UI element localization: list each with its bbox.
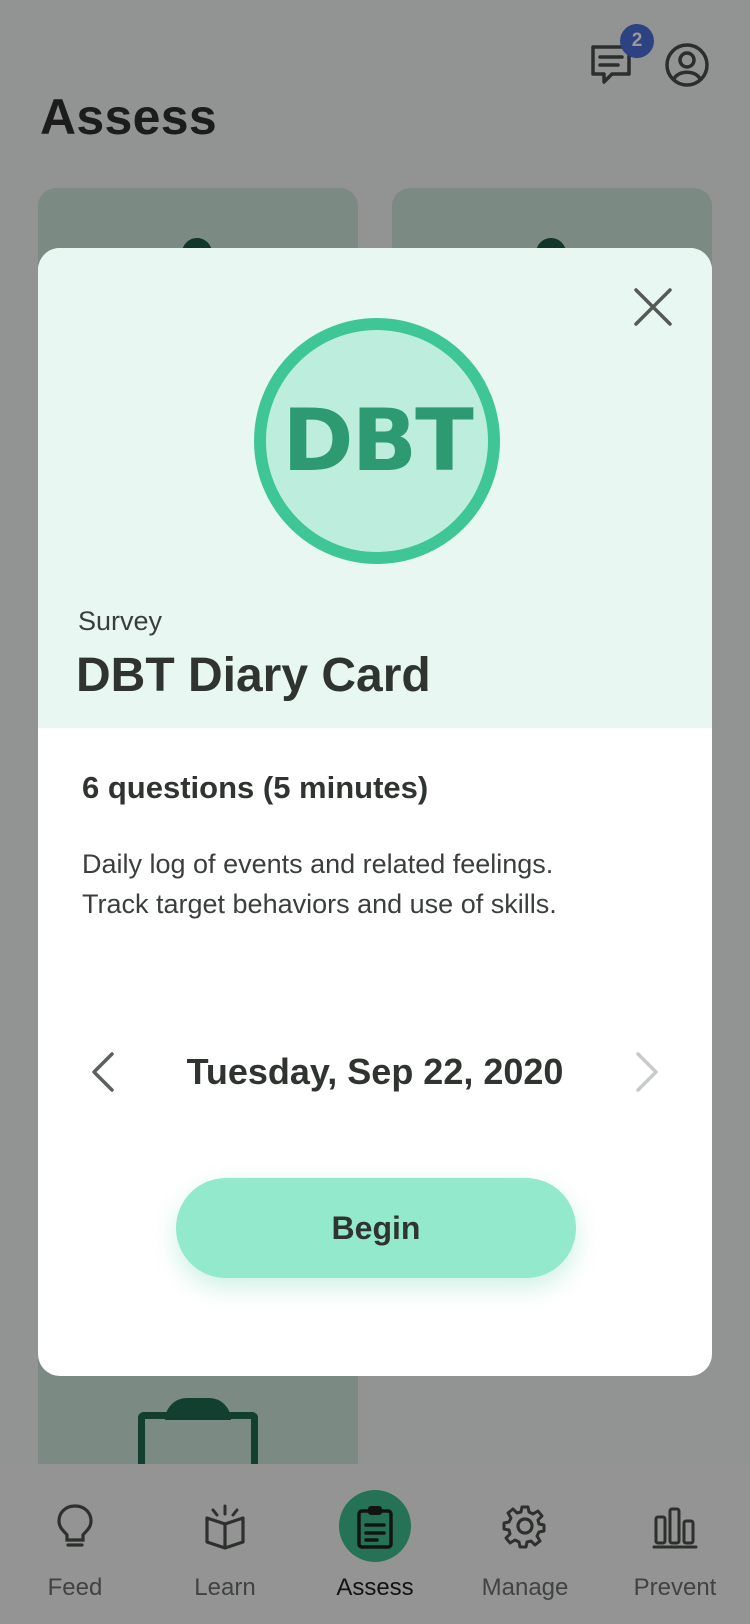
selected-date: Tuesday, Sep 22, 2020	[186, 1051, 564, 1092]
next-date-button[interactable]	[624, 1048, 672, 1096]
survey-type-label: Survey	[78, 606, 163, 636]
survey-description: Daily log of events and related feelings…	[82, 844, 668, 924]
survey-modal: DBT Survey DBT Diary Card 6 questions (5…	[38, 248, 712, 1376]
date-selector: Tuesday, Sep 22, 2020	[78, 1048, 672, 1096]
close-button[interactable]	[630, 284, 676, 330]
chevron-left-icon	[92, 1052, 114, 1092]
survey-title: DBT Diary Card	[76, 649, 431, 702]
description-line: Track target behaviors and use of skills…	[82, 889, 557, 919]
survey-logo: DBT	[254, 318, 500, 564]
modal-body: 6 questions (5 minutes) Daily log of eve…	[38, 728, 712, 1278]
description-line: Daily log of events and related feelings…	[82, 849, 554, 879]
close-icon	[634, 288, 672, 326]
begin-button[interactable]: Begin	[176, 1178, 576, 1278]
question-count: 6 questions (5 minutes)	[82, 770, 429, 805]
chevron-right-icon	[636, 1052, 658, 1092]
survey-logo-text: DBT	[282, 391, 474, 491]
previous-date-button[interactable]	[78, 1048, 126, 1096]
modal-header: DBT Survey DBT Diary Card	[38, 248, 712, 728]
